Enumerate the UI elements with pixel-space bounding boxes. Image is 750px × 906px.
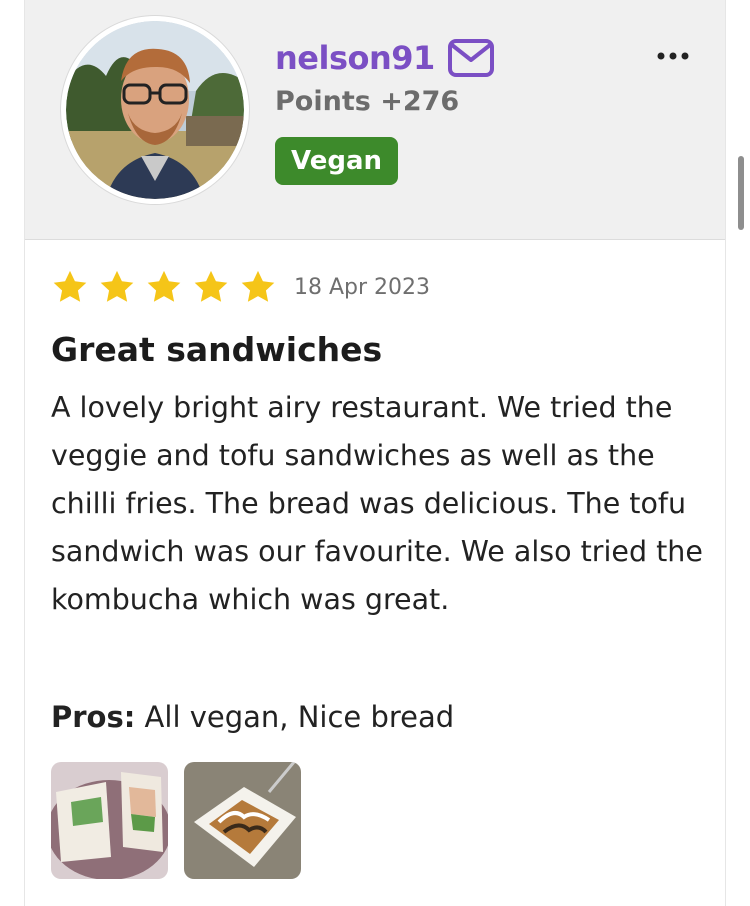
photo-thumbnail-1[interactable] (51, 762, 168, 879)
user-points: Points +276 (275, 86, 460, 117)
rating-row: 18 Apr 2023 (51, 268, 430, 306)
review-pros: Pros: All vegan, Nice bread (51, 700, 454, 734)
pros-label: Pros: (51, 700, 136, 734)
star-icon (241, 270, 275, 302)
sandwich-wrap-photo (51, 762, 168, 879)
review-body: A lovely bright airy restaurant. We trie… (51, 391, 703, 616)
pros-text: All vegan, Nice bread (135, 700, 455, 734)
scrollbar[interactable] (738, 156, 744, 230)
username-link[interactable]: nelson91 (275, 39, 435, 77)
username-row: nelson91 (275, 38, 495, 78)
chilli-fries-photo (184, 762, 301, 879)
avatar[interactable] (61, 16, 249, 204)
reviewer-header: nelson91 Points +276 Vegan (25, 0, 725, 240)
review-photos (51, 762, 317, 879)
mail-icon[interactable] (447, 38, 495, 78)
star-icon (194, 270, 228, 302)
review-title: Great sandwiches (51, 330, 383, 369)
star-icon (147, 270, 181, 302)
photo-thumbnail-2[interactable] (184, 762, 301, 879)
star-icon (53, 270, 87, 302)
star-icon (100, 270, 134, 302)
review-date: 18 Apr 2023 (294, 274, 431, 300)
review-card: nelson91 Points +276 Vegan 18 Apr 2023 G… (24, 0, 726, 906)
star-rating (51, 268, 286, 306)
more-options-icon[interactable] (655, 46, 691, 66)
vegan-badge: Vegan (275, 137, 398, 185)
avatar-photo (66, 21, 244, 199)
